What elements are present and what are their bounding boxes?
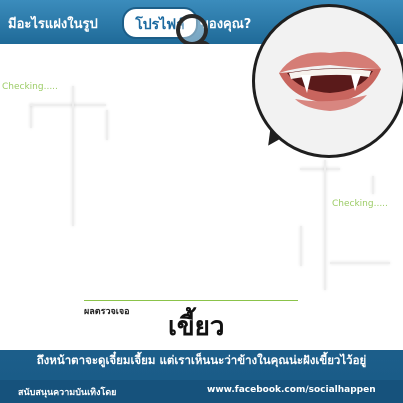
footer-bar: สนับสนุนความบันเทิงโดย www.facebook.com/… bbox=[0, 380, 403, 403]
deco-line bbox=[72, 86, 74, 226]
result-label: ผลตรวจเจอ bbox=[84, 307, 130, 317]
checking-label: Checking..... bbox=[332, 199, 388, 209]
checking-label: Checking..... bbox=[2, 82, 58, 92]
deco-line bbox=[300, 168, 340, 170]
vampire-mouth-icon bbox=[279, 51, 381, 111]
deco-line bbox=[30, 104, 32, 128]
deco-line bbox=[106, 110, 108, 140]
footer-sponsor-text: สนับสนุนความบันเทิงโดย bbox=[18, 388, 117, 398]
speech-bubble bbox=[252, 4, 403, 158]
result-word: เขี้ยว bbox=[168, 312, 225, 342]
deco-line bbox=[30, 104, 106, 106]
header-text-left: มีอะไรแฝงในรูป bbox=[8, 17, 98, 32]
result-caption: ถึงหน้าตาจะดูเจี๋ยมเจี้ยม แต่เราเห็นนะว่… bbox=[36, 353, 367, 367]
deco-line bbox=[372, 176, 374, 194]
deco-line bbox=[330, 262, 390, 264]
footer-url-link[interactable]: www.facebook.com/socialhappen bbox=[207, 385, 376, 395]
result-divider bbox=[84, 300, 298, 301]
deco-line bbox=[300, 226, 302, 266]
deco-line bbox=[324, 160, 326, 290]
